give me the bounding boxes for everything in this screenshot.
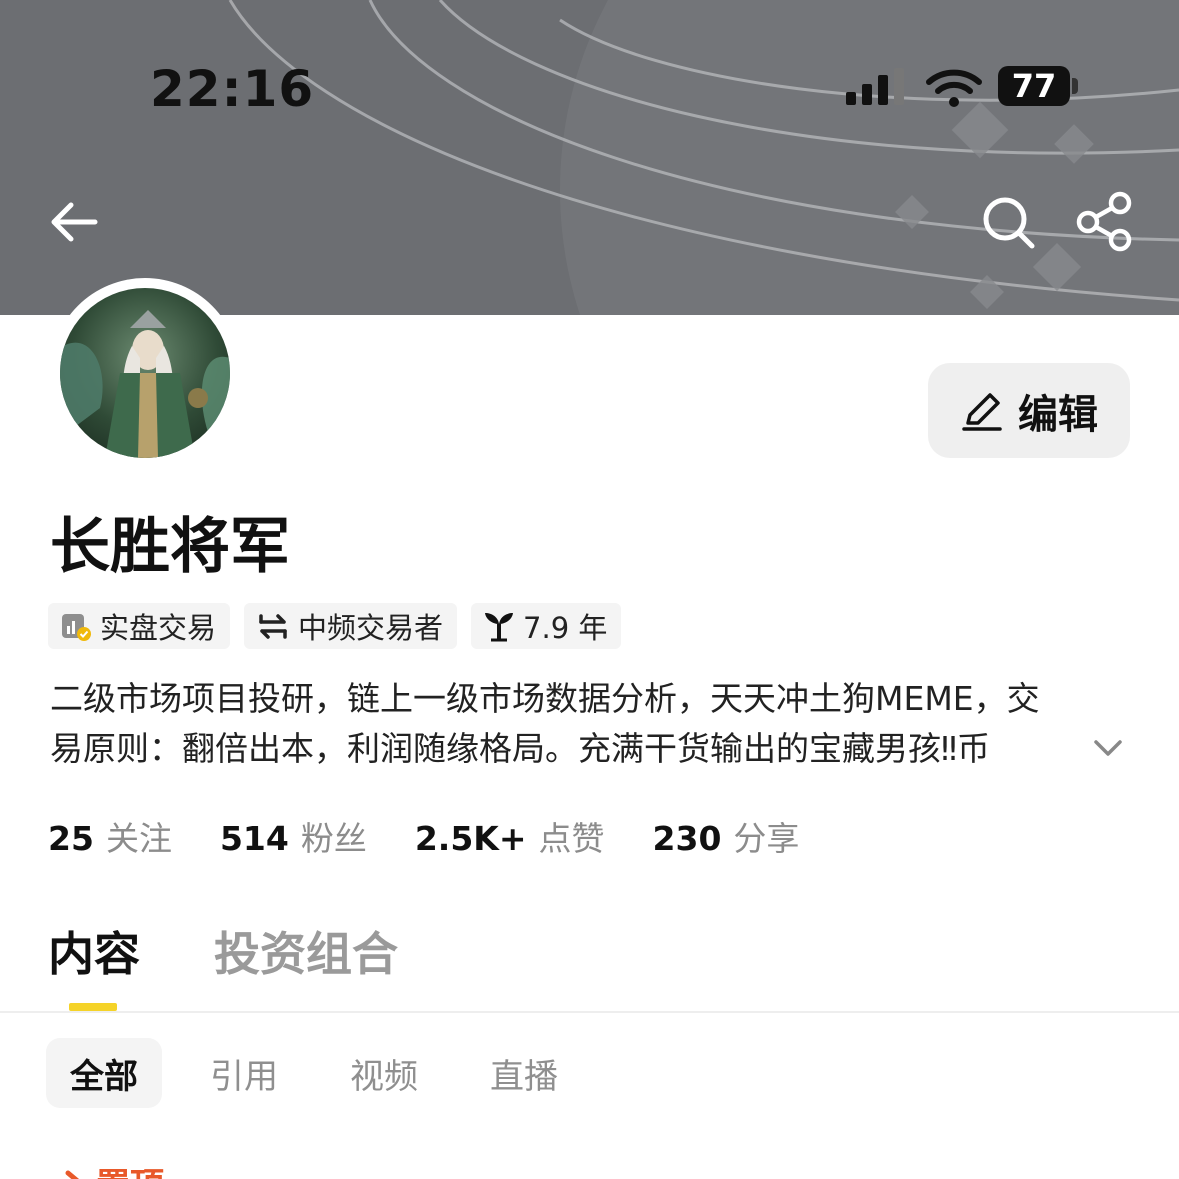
bio-expand-button[interactable] (1088, 728, 1128, 768)
verified-trading-icon (62, 614, 91, 641)
subtab-videos[interactable]: 视频 (326, 1038, 442, 1108)
subtab-live[interactable]: 直播 (466, 1038, 582, 1108)
swap-arrows-icon (259, 614, 287, 639)
signal-icon (846, 68, 904, 105)
tag-live-trading[interactable]: 实盘交易 (48, 603, 231, 649)
stat-following[interactable]: 25 关注 (48, 812, 172, 860)
sprout-icon (485, 613, 514, 642)
subtab-all[interactable]: 全部 (46, 1038, 162, 1108)
stat-value: 514 (219, 819, 289, 858)
stat-value: 2.5K+ (414, 819, 527, 858)
battery-cap (1072, 78, 1078, 94)
tab-portfolio[interactable]: 投资组合 (214, 918, 398, 984)
edit-label: 编辑 (1018, 391, 1098, 438)
tag-label: 中频交易者 (298, 611, 444, 645)
avatar-image (60, 288, 230, 458)
main-tabs: 内容 投资组合 (48, 918, 398, 984)
bio-line-1: 二级市场项目投研，链上一级市场数据分析，天天冲土狗MEME，交 (50, 679, 1040, 718)
pin-arrow-icon (65, 1170, 80, 1179)
pencil-icon (962, 392, 1002, 431)
pinned-text: 置顶 (96, 1158, 164, 1179)
stat-followers[interactable]: 514 粉丝 (220, 812, 367, 860)
search-button[interactable] (978, 192, 1038, 252)
stat-value: 25 (48, 819, 94, 858)
tag-label: 实盘交易 (100, 611, 217, 645)
stat-shares[interactable]: 230 分享 (653, 812, 800, 860)
bio-line-2: 易原则：翻倍出本，利润随缘格局。充满干货输出的宝藏男孩‼币 (50, 729, 991, 768)
tabs-divider (0, 1011, 1179, 1013)
search-icon (983, 197, 1035, 249)
status-time: 22:16 (150, 60, 315, 118)
battery-icon: 77 (998, 66, 1070, 106)
stat-label: 点赞 (538, 819, 605, 858)
profile-username: 长胜将军 (50, 512, 290, 582)
tag-years[interactable]: 7.9 年 (471, 603, 622, 649)
stat-likes[interactable]: 2.5K+ 点赞 (415, 812, 605, 860)
active-tab-indicator (69, 1003, 117, 1011)
profile-tags: 实盘交易 中频交易者 7.9 年 (48, 603, 622, 649)
back-button[interactable] (45, 192, 105, 252)
status-icons: 77 (840, 62, 1090, 112)
stat-label: 粉丝 (300, 819, 367, 858)
avatar-figure (60, 310, 230, 458)
avatar[interactable] (50, 278, 240, 468)
share-button[interactable] (1074, 190, 1136, 252)
tag-label: 7.9 年 (523, 611, 608, 645)
banner-decoration (228, 0, 1179, 315)
chevron-down-icon (1094, 740, 1122, 756)
bio-fade (1020, 724, 1090, 774)
wifi-icon (926, 69, 982, 107)
subtab-quotes[interactable]: 引用 (186, 1038, 302, 1108)
sub-tabs: 全部 引用 视频 直播 (46, 1038, 582, 1108)
profile-banner: 22:16 77 (0, 0, 1179, 315)
tag-mid-frequency-trader[interactable]: 中频交易者 (244, 603, 458, 649)
profile-stats: 25 关注 514 粉丝 2.5K+ 点赞 230 分享 (48, 812, 799, 860)
edit-profile-button[interactable]: 编辑 (928, 363, 1130, 458)
pinned-label: 置顶 (52, 1158, 164, 1179)
arrow-left-icon (51, 202, 98, 242)
stat-label: 关注 (105, 819, 172, 858)
share-icon (1076, 191, 1132, 252)
profile-bio[interactable]: 二级市场项目投研，链上一级市场数据分析，天天冲土狗MEME，交 易原则：翻倍出本… (50, 674, 1130, 774)
stat-value: 230 (652, 819, 722, 858)
stat-label: 分享 (733, 819, 800, 858)
tab-content[interactable]: 内容 (48, 918, 140, 984)
